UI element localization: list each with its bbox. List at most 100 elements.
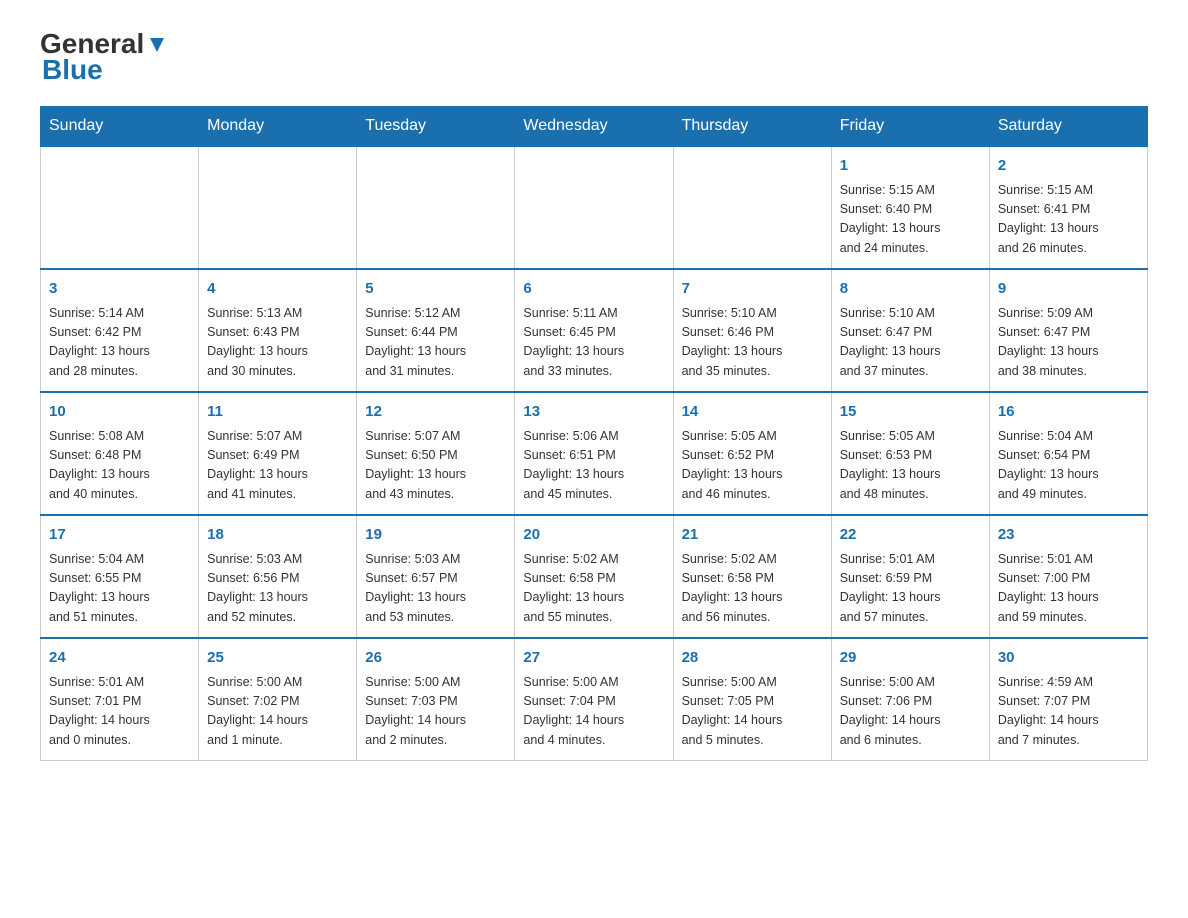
weekday-header-friday: Friday bbox=[831, 107, 989, 147]
day-number: 30 bbox=[998, 647, 1139, 670]
day-number: 24 bbox=[49, 647, 190, 670]
calendar-cell bbox=[41, 146, 199, 269]
calendar-cell: 6 Sunrise: 5:11 AMSunset: 6:45 PMDaylight… bbox=[515, 269, 673, 392]
day-info: Sunrise: 5:00 AMSunset: 7:02 PMDaylight:… bbox=[207, 673, 348, 751]
day-info: Sunrise: 5:03 AMSunset: 6:56 PMDaylight:… bbox=[207, 550, 348, 628]
day-info: Sunrise: 5:00 AMSunset: 7:03 PMDaylight:… bbox=[365, 673, 506, 751]
day-info: Sunrise: 5:07 AMSunset: 6:50 PMDaylight:… bbox=[365, 427, 506, 505]
day-number: 17 bbox=[49, 524, 190, 547]
day-number: 28 bbox=[682, 647, 823, 670]
day-number: 1 bbox=[840, 155, 981, 178]
calendar-cell: 28 Sunrise: 5:00 AMSunset: 7:05 PMDayligh… bbox=[673, 638, 831, 761]
day-info: Sunrise: 5:01 AMSunset: 7:01 PMDaylight:… bbox=[49, 673, 190, 751]
day-info: Sunrise: 5:10 AMSunset: 6:47 PMDaylight:… bbox=[840, 304, 981, 382]
day-number: 2 bbox=[998, 155, 1139, 178]
week-row-2: 3 Sunrise: 5:14 AMSunset: 6:42 PMDaylight… bbox=[41, 269, 1148, 392]
page-header: General Blue bbox=[40, 30, 1148, 86]
calendar-cell: 26 Sunrise: 5:00 AMSunset: 7:03 PMDayligh… bbox=[357, 638, 515, 761]
calendar-cell: 24 Sunrise: 5:01 AMSunset: 7:01 PMDayligh… bbox=[41, 638, 199, 761]
calendar-cell: 15Sunrise: 5:05 AMSunset: 6:53 PMDayligh… bbox=[831, 392, 989, 515]
calendar-cell: 9 Sunrise: 5:09 AMSunset: 6:47 PMDaylight… bbox=[989, 269, 1147, 392]
day-info: Sunrise: 5:14 AMSunset: 6:42 PMDaylight:… bbox=[49, 304, 190, 382]
day-number: 5 bbox=[365, 278, 506, 301]
calendar-cell bbox=[199, 146, 357, 269]
day-info: Sunrise: 5:00 AMSunset: 7:06 PMDaylight:… bbox=[840, 673, 981, 751]
day-number: 13 bbox=[523, 401, 664, 424]
day-number: 12 bbox=[365, 401, 506, 424]
day-info: Sunrise: 5:02 AMSunset: 6:58 PMDaylight:… bbox=[682, 550, 823, 628]
calendar-table: SundayMondayTuesdayWednesdayThursdayFrid… bbox=[40, 106, 1148, 761]
weekday-header-wednesday: Wednesday bbox=[515, 107, 673, 147]
calendar-cell: 1 Sunrise: 5:15 AMSunset: 6:40 PMDaylight… bbox=[831, 146, 989, 269]
day-number: 4 bbox=[207, 278, 348, 301]
week-row-1: 1 Sunrise: 5:15 AMSunset: 6:40 PMDaylight… bbox=[41, 146, 1148, 269]
calendar-cell: 12 Sunrise: 5:07 AMSunset: 6:50 PMDayligh… bbox=[357, 392, 515, 515]
day-info: Sunrise: 5:08 AMSunset: 6:48 PMDaylight:… bbox=[49, 427, 190, 505]
day-number: 22 bbox=[840, 524, 981, 547]
calendar-cell: 19 Sunrise: 5:03 AMSunset: 6:57 PMDayligh… bbox=[357, 515, 515, 638]
calendar-cell: 2Sunrise: 5:15 AMSunset: 6:41 PMDaylight… bbox=[989, 146, 1147, 269]
calendar-cell: 17 Sunrise: 5:04 AMSunset: 6:55 PMDayligh… bbox=[41, 515, 199, 638]
calendar-cell: 4 Sunrise: 5:13 AMSunset: 6:43 PMDaylight… bbox=[199, 269, 357, 392]
calendar-cell: 21 Sunrise: 5:02 AMSunset: 6:58 PMDayligh… bbox=[673, 515, 831, 638]
weekday-header-monday: Monday bbox=[199, 107, 357, 147]
day-number: 18 bbox=[207, 524, 348, 547]
day-info: Sunrise: 5:01 AMSunset: 6:59 PMDaylight:… bbox=[840, 550, 981, 628]
day-info: Sunrise: 5:13 AMSunset: 6:43 PMDaylight:… bbox=[207, 304, 348, 382]
calendar-cell: 16 Sunrise: 5:04 AMSunset: 6:54 PMDayligh… bbox=[989, 392, 1147, 515]
day-info: Sunrise: 5:11 AMSunset: 6:45 PMDaylight:… bbox=[523, 304, 664, 382]
calendar-cell: 18 Sunrise: 5:03 AMSunset: 6:56 PMDayligh… bbox=[199, 515, 357, 638]
calendar-cell: 10 Sunrise: 5:08 AMSunset: 6:48 PMDayligh… bbox=[41, 392, 199, 515]
day-number: 26 bbox=[365, 647, 506, 670]
calendar-cell bbox=[515, 146, 673, 269]
week-row-5: 24 Sunrise: 5:01 AMSunset: 7:01 PMDayligh… bbox=[41, 638, 1148, 761]
day-info: Sunrise: 5:02 AMSunset: 6:58 PMDaylight:… bbox=[523, 550, 664, 628]
weekday-header-tuesday: Tuesday bbox=[357, 107, 515, 147]
day-number: 7 bbox=[682, 278, 823, 301]
day-info: Sunrise: 5:05 AMSunset: 6:53 PMDaylight:… bbox=[840, 427, 981, 505]
day-info: Sunrise: 5:15 AMSunset: 6:40 PMDaylight:… bbox=[840, 181, 981, 259]
day-info: Sunrise: 5:10 AMSunset: 6:46 PMDaylight:… bbox=[682, 304, 823, 382]
day-number: 23 bbox=[998, 524, 1139, 547]
calendar-cell: 11Sunrise: 5:07 AMSunset: 6:49 PMDayligh… bbox=[199, 392, 357, 515]
calendar-cell: 14 Sunrise: 5:05 AMSunset: 6:52 PMDayligh… bbox=[673, 392, 831, 515]
day-number: 11 bbox=[207, 401, 348, 424]
day-number: 21 bbox=[682, 524, 823, 547]
logo: General Blue bbox=[40, 30, 168, 86]
day-info: Sunrise: 5:00 AMSunset: 7:05 PMDaylight:… bbox=[682, 673, 823, 751]
week-row-4: 17 Sunrise: 5:04 AMSunset: 6:55 PMDayligh… bbox=[41, 515, 1148, 638]
logo-blue-text: Blue bbox=[42, 54, 103, 86]
calendar-cell: 25 Sunrise: 5:00 AMSunset: 7:02 PMDayligh… bbox=[199, 638, 357, 761]
day-info: Sunrise: 5:12 AMSunset: 6:44 PMDaylight:… bbox=[365, 304, 506, 382]
day-number: 3 bbox=[49, 278, 190, 301]
calendar-cell: 27Sunrise: 5:00 AMSunset: 7:04 PMDayligh… bbox=[515, 638, 673, 761]
day-number: 29 bbox=[840, 647, 981, 670]
day-number: 20 bbox=[523, 524, 664, 547]
day-number: 8 bbox=[840, 278, 981, 301]
day-number: 6 bbox=[523, 278, 664, 301]
weekday-header-row: SundayMondayTuesdayWednesdayThursdayFrid… bbox=[41, 107, 1148, 147]
day-info: Sunrise: 5:05 AMSunset: 6:52 PMDaylight:… bbox=[682, 427, 823, 505]
weekday-header-thursday: Thursday bbox=[673, 107, 831, 147]
calendar-cell: 8 Sunrise: 5:10 AMSunset: 6:47 PMDaylight… bbox=[831, 269, 989, 392]
calendar-cell bbox=[357, 146, 515, 269]
calendar-cell: 23Sunrise: 5:01 AMSunset: 7:00 PMDayligh… bbox=[989, 515, 1147, 638]
logo-triangle-icon bbox=[146, 34, 168, 56]
day-info: Sunrise: 5:09 AMSunset: 6:47 PMDaylight:… bbox=[998, 304, 1139, 382]
weekday-header-saturday: Saturday bbox=[989, 107, 1147, 147]
day-number: 16 bbox=[998, 401, 1139, 424]
day-number: 14 bbox=[682, 401, 823, 424]
day-info: Sunrise: 5:04 AMSunset: 6:55 PMDaylight:… bbox=[49, 550, 190, 628]
calendar-cell: 5 Sunrise: 5:12 AMSunset: 6:44 PMDaylight… bbox=[357, 269, 515, 392]
day-number: 19 bbox=[365, 524, 506, 547]
weekday-header-sunday: Sunday bbox=[41, 107, 199, 147]
day-info: Sunrise: 5:03 AMSunset: 6:57 PMDaylight:… bbox=[365, 550, 506, 628]
day-number: 9 bbox=[998, 278, 1139, 301]
day-info: Sunrise: 5:04 AMSunset: 6:54 PMDaylight:… bbox=[998, 427, 1139, 505]
calendar-cell: 29 Sunrise: 5:00 AMSunset: 7:06 PMDayligh… bbox=[831, 638, 989, 761]
day-number: 25 bbox=[207, 647, 348, 670]
calendar-cell: 20 Sunrise: 5:02 AMSunset: 6:58 PMDayligh… bbox=[515, 515, 673, 638]
day-number: 10 bbox=[49, 401, 190, 424]
calendar-cell: 3 Sunrise: 5:14 AMSunset: 6:42 PMDaylight… bbox=[41, 269, 199, 392]
day-info: Sunrise: 4:59 AMSunset: 7:07 PMDaylight:… bbox=[998, 673, 1139, 751]
